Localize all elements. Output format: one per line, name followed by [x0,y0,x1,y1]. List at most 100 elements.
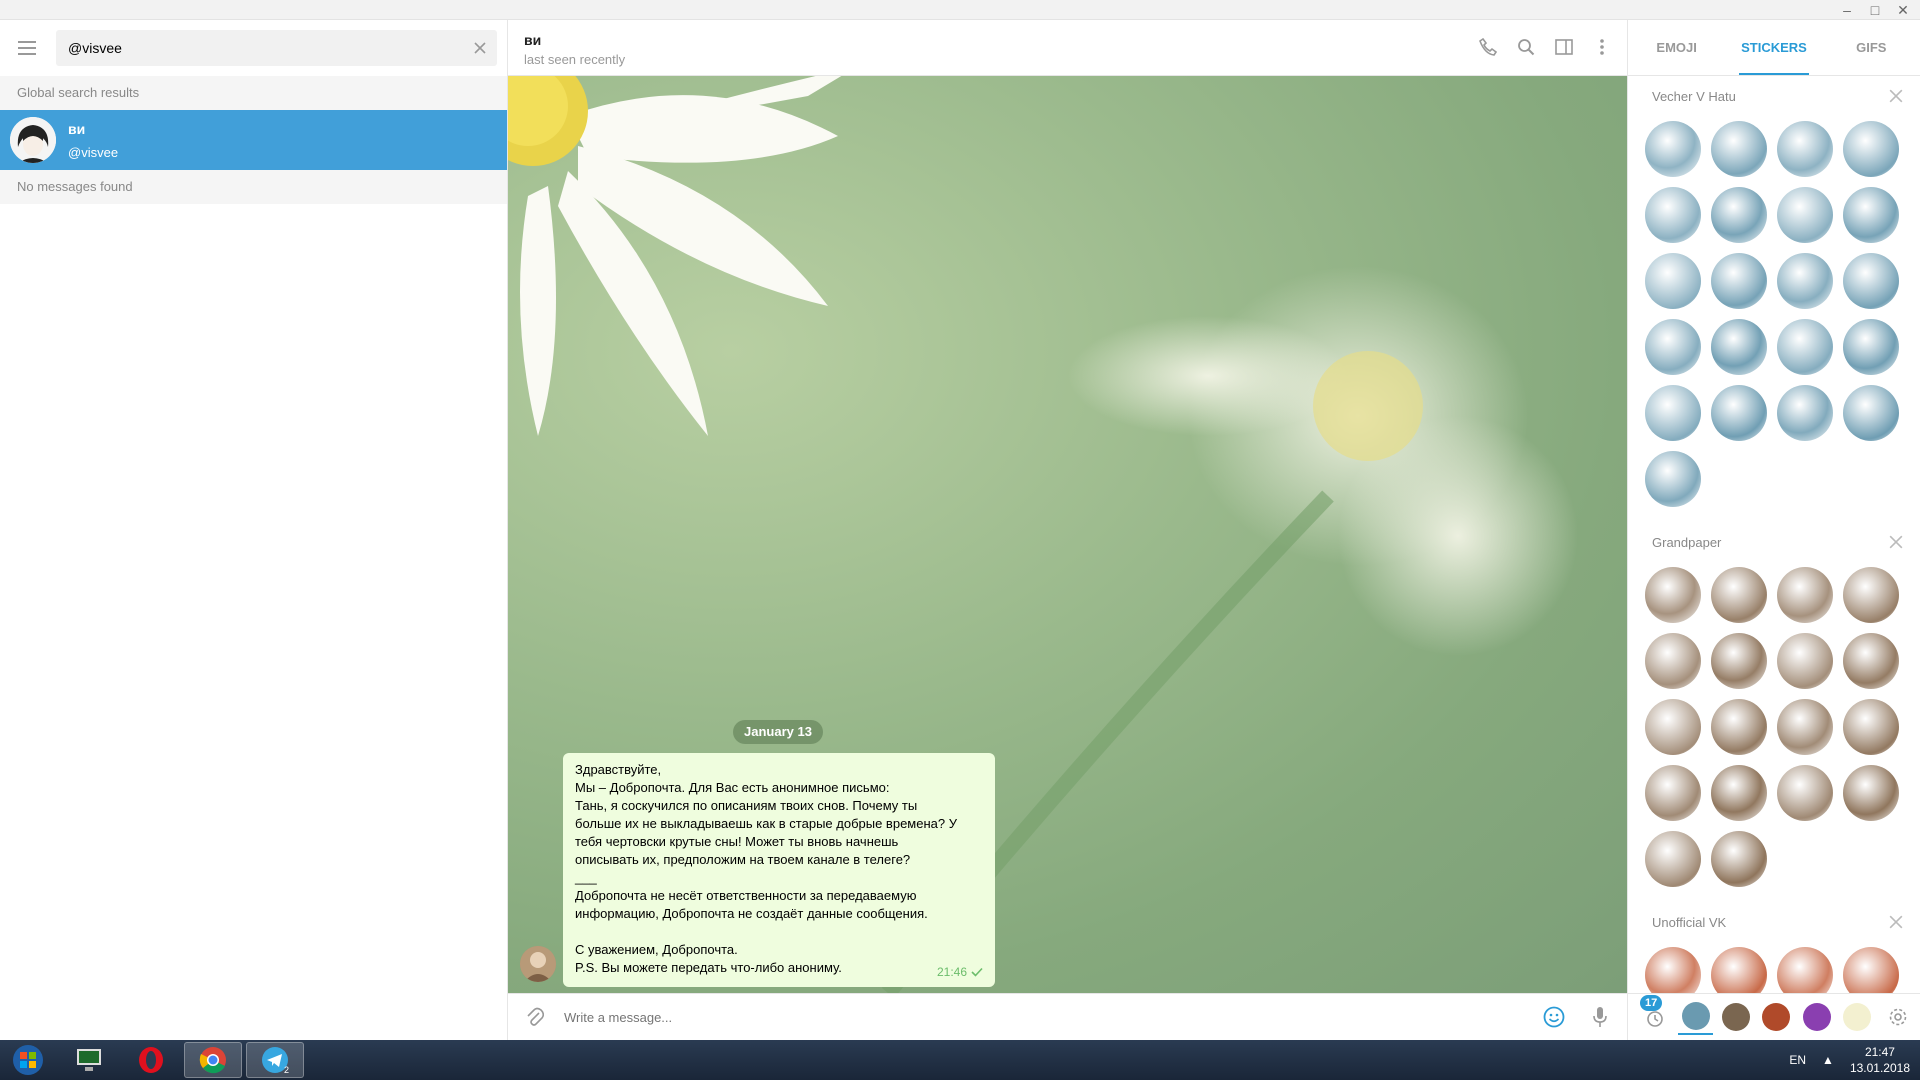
message-line: информацию, Добропочта не создаёт данные… [575,906,928,921]
message-input[interactable] [550,1009,1539,1025]
sticker-grid [1628,116,1920,512]
sticker[interactable] [1772,628,1838,694]
language-indicator[interactable]: EN [1789,1053,1806,1067]
date-separator: January 13 [733,720,823,744]
sticker[interactable] [1640,182,1706,248]
set-poop-button[interactable] [1800,999,1834,1035]
sticker[interactable] [1838,562,1904,628]
sticker[interactable] [1772,248,1838,314]
tab-emoji[interactable]: EMOJI [1628,20,1725,75]
sticker[interactable] [1706,380,1772,446]
remove-set-close-icon[interactable] [1889,89,1903,103]
sticker[interactable] [1838,380,1904,446]
sticker[interactable] [1838,116,1904,182]
message-line [575,923,983,941]
set-grandpaper-button[interactable] [1719,999,1753,1035]
sticker[interactable] [1706,760,1772,826]
sticker-list[interactable]: Vecher V Hatu Grandpaper Unofficial VK [1628,76,1920,993]
message-line: больше их не выкладываешь как в старые д… [575,816,957,831]
sticker[interactable] [1640,446,1706,512]
chat-title: ви [524,32,542,48]
set-vecher-v-hatu-button[interactable] [1678,999,1713,1035]
search-result-row[interactable]: ви @visvee [0,110,507,170]
start-button[interactable] [6,1042,50,1078]
close-window-button[interactable]: ✕ [1892,1,1914,19]
sticker[interactable] [1706,826,1772,892]
clear-search-icon[interactable] [463,31,497,65]
recent-stickers-button[interactable]: 17 [1638,995,1672,1035]
sticker[interactable] [1640,942,1706,993]
sticker[interactable] [1838,694,1904,760]
sticker-set-header: Unofficial VK [1628,902,1920,942]
message-bubble[interactable]: Здравствуйте, Мы – Добропочта. Для Вас ес… [563,753,995,987]
sticker[interactable] [1772,942,1838,993]
sticker[interactable] [1706,182,1772,248]
sticker[interactable] [1640,314,1706,380]
sticker[interactable] [1838,182,1904,248]
sticker[interactable] [1706,942,1772,993]
chat-header[interactable]: ви last seen recently [508,20,1627,76]
sticker[interactable] [1838,628,1904,694]
sticker[interactable] [1640,628,1706,694]
sticker[interactable] [1640,562,1706,628]
sticker[interactable] [1706,562,1772,628]
sticker-set-header: Grandpaper [1628,522,1920,562]
sticker[interactable] [1772,562,1838,628]
sticker[interactable] [1772,694,1838,760]
sticker[interactable] [1772,116,1838,182]
sticker[interactable] [1772,760,1838,826]
sticker-set-title: Grandpaper [1652,534,1722,550]
search-icon[interactable] [1513,34,1539,60]
no-messages-label: No messages found [0,170,507,204]
sticker-grid [1628,562,1920,892]
tray-expand-icon[interactable]: ▲ [1822,1053,1834,1067]
hamburger-menu-icon[interactable] [14,35,40,61]
sticker[interactable] [1838,314,1904,380]
taskbar-app-telegram[interactable]: 2 [246,1042,304,1078]
sticker[interactable] [1640,760,1706,826]
emoji-icon[interactable] [1539,1002,1569,1032]
chrome-icon [199,1047,226,1074]
set-unofficial-vk-button[interactable] [1759,999,1793,1035]
sticker-settings-button[interactable] [1881,999,1915,1035]
taskbar-app-opera[interactable] [122,1042,180,1078]
remove-set-close-icon[interactable] [1889,915,1903,929]
panel-tabs: EMOJI STICKERS GIFS [1628,20,1920,76]
windows-logo-icon [13,1045,43,1075]
sticker[interactable] [1772,182,1838,248]
sticker[interactable] [1640,826,1706,892]
toggle-panel-icon[interactable] [1551,34,1577,60]
sticker[interactable] [1706,248,1772,314]
attach-icon[interactable] [520,1002,550,1032]
sticker[interactable] [1838,248,1904,314]
search-input[interactable] [56,40,463,56]
taskbar-app-chrome[interactable] [184,1042,242,1078]
more-options-icon[interactable] [1589,34,1615,60]
tab-gifs[interactable]: GIFS [1823,20,1920,75]
sticker[interactable] [1640,694,1706,760]
sender-avatar[interactable] [520,946,556,982]
sticker[interactable] [1706,314,1772,380]
taskbar-app-monitor[interactable] [60,1042,118,1078]
maximize-button[interactable]: □ [1864,1,1886,19]
sticker[interactable] [1706,694,1772,760]
sticker[interactable] [1838,942,1904,993]
sticker[interactable] [1706,116,1772,182]
global-search-label: Global search results [0,76,507,110]
sticker[interactable] [1640,116,1706,182]
phone-call-icon[interactable] [1475,34,1501,60]
microphone-icon[interactable] [1585,1002,1615,1032]
tab-stickers[interactable]: STICKERS [1725,20,1822,75]
sticker[interactable] [1838,760,1904,826]
sticker[interactable] [1706,628,1772,694]
sticker[interactable] [1640,380,1706,446]
sticker[interactable] [1772,314,1838,380]
sticker[interactable] [1640,248,1706,314]
message-line: описывать их, предположим на твоем канал… [575,852,911,867]
chat-status: last seen recently [524,52,626,67]
remove-set-close-icon[interactable] [1889,535,1903,549]
clock[interactable]: 21:47 13.01.2018 [1850,1044,1910,1076]
set-light-button[interactable] [1840,999,1874,1035]
minimize-button[interactable]: – [1836,1,1858,19]
sticker[interactable] [1772,380,1838,446]
